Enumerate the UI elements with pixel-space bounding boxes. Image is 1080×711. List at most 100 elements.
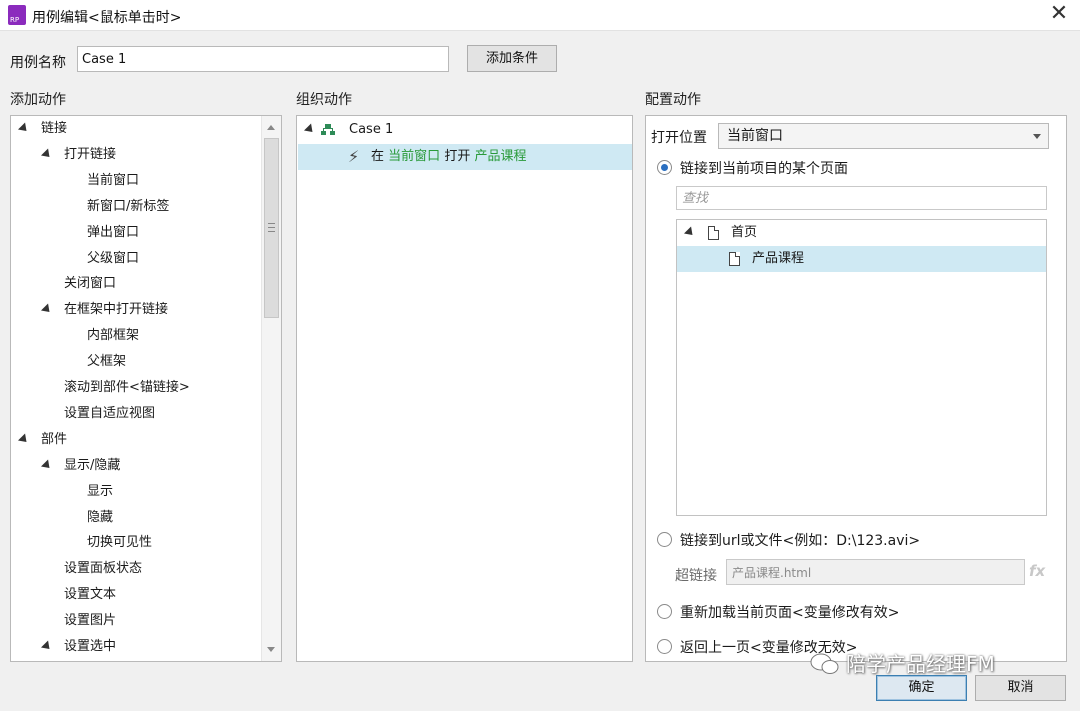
close-icon[interactable]: ✕ [1046,2,1072,28]
action-tree-item[interactable]: 滚动到部件<锚链接> [11,375,261,401]
expand-triangle-icon[interactable] [40,459,54,472]
action-tree-scrollbar[interactable] [261,116,281,661]
action-verb: 打开 [444,149,471,164]
page-row-selected[interactable]: 产品课程 [677,246,1046,272]
add-actions-panel: 链接打开链接当前窗口新窗口/新标签弹出窗口父级窗口关闭窗口在框架中打开链接 内部框… [10,115,282,662]
expand-triangle-icon[interactable] [683,226,697,239]
page-icon [708,226,719,240]
action-tree-item[interactable]: 父级窗口 [11,246,261,272]
case-label: Case 1 [349,122,394,137]
scroll-up-arrow-icon[interactable] [267,125,275,130]
action-tree-item[interactable]: 设置自适应视图 [11,401,261,427]
action-tree-item[interactable]: 新窗口/新标签 [11,194,261,220]
case-name-input[interactable] [77,46,449,72]
expand-triangle-icon[interactable] [303,123,317,136]
action-tree-label: 设置面板状态 [64,561,143,577]
action-tree-label: 显示 [87,483,114,499]
page-row-home[interactable]: 首页 [677,220,1046,246]
action-tree-item[interactable]: 设置面板状态 [11,556,261,582]
scroll-down-arrow-icon[interactable] [267,647,275,652]
action-tree-item[interactable]: 设置选中 [11,634,261,660]
action-tree-item[interactable]: 隐藏 [11,505,261,531]
expand-triangle-icon[interactable] [17,122,31,135]
action-tree-label: 链接 [41,121,68,136]
action-tree-label: 弹出窗口 [87,224,140,240]
case-row[interactable]: Case 1 [297,117,632,143]
ok-button[interactable]: 确定 [876,675,967,701]
action-tree-label: 关闭窗口 [64,276,117,292]
page-search-input[interactable] [676,186,1047,210]
title-bar: 用例编辑<鼠标单击时> ✕ [0,0,1080,31]
action-tree-item[interactable]: 父框架 [11,349,261,375]
action-tree-label: 设置自适应视图 [64,405,156,421]
add-condition-button[interactable]: 添加条件 [467,45,557,72]
open-in-label: 打开位置 [651,130,707,146]
expand-triangle-icon[interactable] [40,640,54,653]
expand-triangle-icon[interactable] [40,303,54,316]
action-tree-item[interactable]: 内部框架 [11,323,261,349]
window-title: 用例编辑<鼠标单击时> [32,10,182,26]
cancel-button[interactable]: 取消 [975,675,1066,701]
action-tree-label: 隐藏 [87,509,114,525]
action-row-selected[interactable]: ⚡ 在 当前窗口 打开 产品课程 [298,144,632,170]
action-tree-label: 设置选中 [64,639,117,654]
action-tree-item[interactable]: 弹出窗口 [11,220,261,246]
configure-actions-panel: 打开位置 当前窗口 链接到当前项目的某个页面 首页 产品课程 链接到url或文件… [645,115,1067,662]
expand-triangle-icon[interactable] [17,433,31,446]
action-tree-item[interactable]: 显示/隐藏 [11,453,261,479]
hyperlink-label: 超链接 [675,568,717,584]
add-actions-heading: 添加动作 [10,92,66,108]
action-page: 产品课程 [474,149,527,164]
lightning-bolt-icon: ⚡ [348,147,360,166]
watermark-text: 陪学产品经理FM [846,652,995,676]
action-tree-label: 当前窗口 [87,172,140,188]
page-tree: 首页 产品课程 [676,219,1047,516]
action-tree-item[interactable]: 在框架中打开链接 [11,297,261,323]
action-tree-item[interactable]: 设置文本 [11,582,261,608]
reload-page-option-label[interactable]: 重新加载当前页面<变量修改有效> [680,602,899,622]
action-tree-item[interactable]: 当前窗口 [11,168,261,194]
link-url-option-label[interactable]: 链接到url或文件<例如：D:\123.avi> [680,530,920,550]
scroll-thumb[interactable] [264,138,279,318]
axure-app-icon [8,5,26,25]
open-in-value: 当前窗口 [727,128,783,144]
scroll-grip-icon [268,223,275,232]
fx-icon[interactable]: fx [1029,562,1045,580]
link-url-radio[interactable] [657,532,672,547]
open-in-select[interactable]: 当前窗口 [718,123,1049,149]
action-tree-label: 父框架 [87,354,127,370]
watermark: 陪学产品经理FM [810,648,995,677]
case-tree-icon [321,124,335,136]
action-tree-item[interactable]: 打开链接 [11,142,261,168]
action-tree-label: 显示/隐藏 [64,457,121,473]
link-page-radio[interactable] [657,160,672,175]
action-tree-label: 部件 [41,431,68,447]
wechat-logo-icon [810,653,839,674]
action-description: 在 当前窗口 打开 产品课程 [371,144,526,170]
reload-page-radio[interactable] [657,604,672,619]
action-tree-label: 切换可见性 [87,535,153,551]
action-tree-label: 内部框架 [87,328,140,344]
link-page-option-label[interactable]: 链接到当前项目的某个页面 [680,158,848,178]
go-back-radio[interactable] [657,639,672,654]
page-label: 首页 [731,225,758,240]
action-tree-item[interactable]: 部件 [11,427,261,453]
action-tree-item[interactable]: 显示 [11,479,261,505]
action-tree-item[interactable]: 切换可见性 [11,530,261,556]
action-tree-item[interactable]: 链接 [11,116,261,142]
hyperlink-input[interactable] [726,559,1025,585]
action-tree-item[interactable]: 设置图片 [11,608,261,634]
action-tree-label: 设置图片 [64,613,117,629]
action-target: 当前窗口 [388,149,441,164]
action-tree-label: 在框架中打开链接 [64,302,169,318]
action-tree-label: 滚动到部件<锚链接> [64,380,190,395]
action-tree-label: 父级窗口 [87,250,140,266]
page-label: 产品课程 [752,251,805,266]
dropdown-arrow-icon [1033,134,1041,139]
action-tree-item[interactable]: 关闭窗口 [11,271,261,297]
action-prefix: 在 [371,149,385,164]
expand-triangle-icon[interactable] [40,148,54,161]
organize-actions-panel: Case 1 ⚡ 在 当前窗口 打开 产品课程 [296,115,633,662]
configure-actions-heading: 配置动作 [645,92,701,108]
action-tree-label: 设置文本 [64,587,117,603]
